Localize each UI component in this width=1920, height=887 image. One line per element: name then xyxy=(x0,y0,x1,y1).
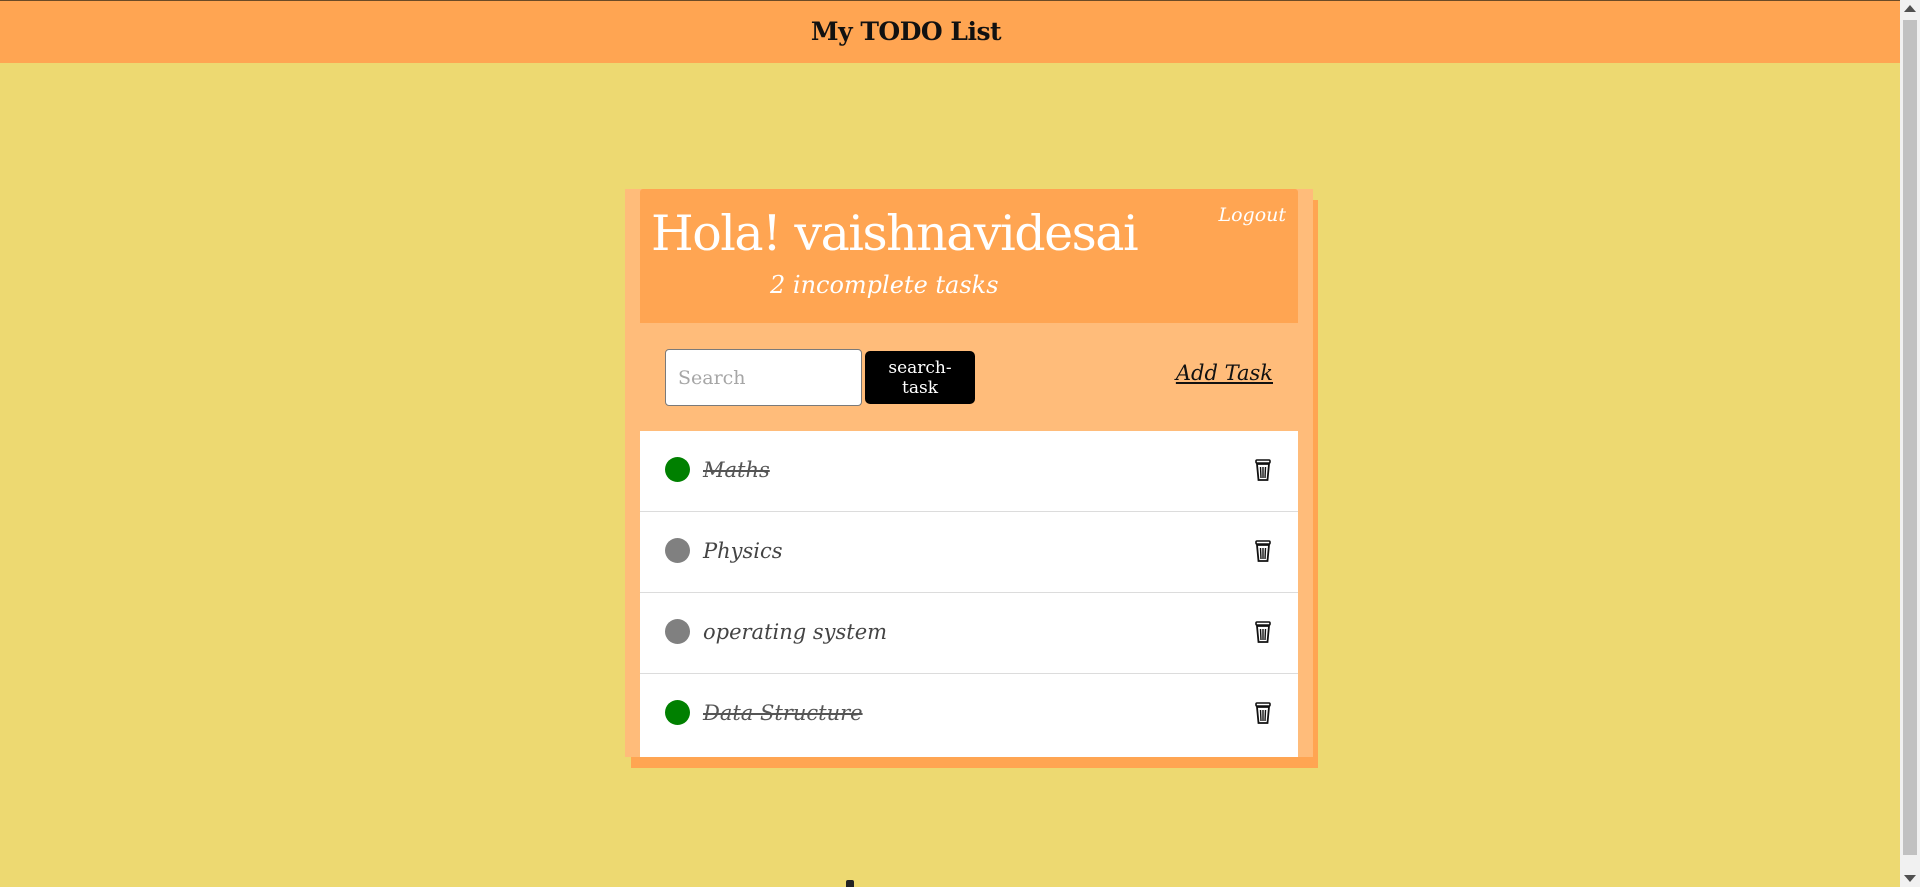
trash-icon[interactable] xyxy=(1254,620,1272,644)
task-row: Maths xyxy=(640,431,1298,512)
task-status-toggle[interactable] xyxy=(665,457,690,482)
trash-icon[interactable] xyxy=(1254,701,1272,725)
top-bar: My TODO List xyxy=(0,0,1900,63)
task-row: operating system xyxy=(640,593,1298,674)
task-status-toggle[interactable] xyxy=(665,700,690,725)
app-title: My TODO List xyxy=(810,17,1002,46)
scrollbar[interactable] xyxy=(1900,0,1920,887)
task-row: Data Structure xyxy=(640,674,1298,755)
incomplete-task-count: 2 incomplete tasks xyxy=(770,271,999,299)
task-label: Maths xyxy=(703,458,770,482)
task-status-toggle[interactable] xyxy=(665,619,690,644)
search-input[interactable] xyxy=(665,349,862,406)
scrollbar-thumb[interactable] xyxy=(1903,20,1917,855)
greeting-title: Hola! vaishnavidesai xyxy=(651,205,1139,262)
scroll-down-arrow-icon[interactable] xyxy=(1904,875,1916,882)
task-label: operating system xyxy=(703,620,888,644)
trash-icon[interactable] xyxy=(1254,458,1272,482)
task-status-toggle[interactable] xyxy=(665,538,690,563)
scroll-up-arrow-icon[interactable] xyxy=(1904,5,1916,12)
card-header: Hola! vaishnavidesai 2 incomplete tasks … xyxy=(640,189,1298,323)
search-task-button[interactable]: search-task xyxy=(865,351,975,404)
trash-icon[interactable] xyxy=(1254,539,1272,563)
todo-card: Hola! vaishnavidesai 2 incomplete tasks … xyxy=(625,189,1313,757)
task-row: Physics xyxy=(640,512,1298,593)
task-list: Maths Physics operating system Data Stru… xyxy=(640,431,1298,757)
partial-footer-glyph xyxy=(846,880,854,887)
logout-link[interactable]: Logout xyxy=(1218,204,1286,226)
toolbar: search-task Add Task xyxy=(625,323,1313,431)
task-label: Physics xyxy=(703,539,783,563)
task-label: Data Structure xyxy=(703,701,863,725)
add-task-link[interactable]: Add Task xyxy=(1176,361,1273,385)
